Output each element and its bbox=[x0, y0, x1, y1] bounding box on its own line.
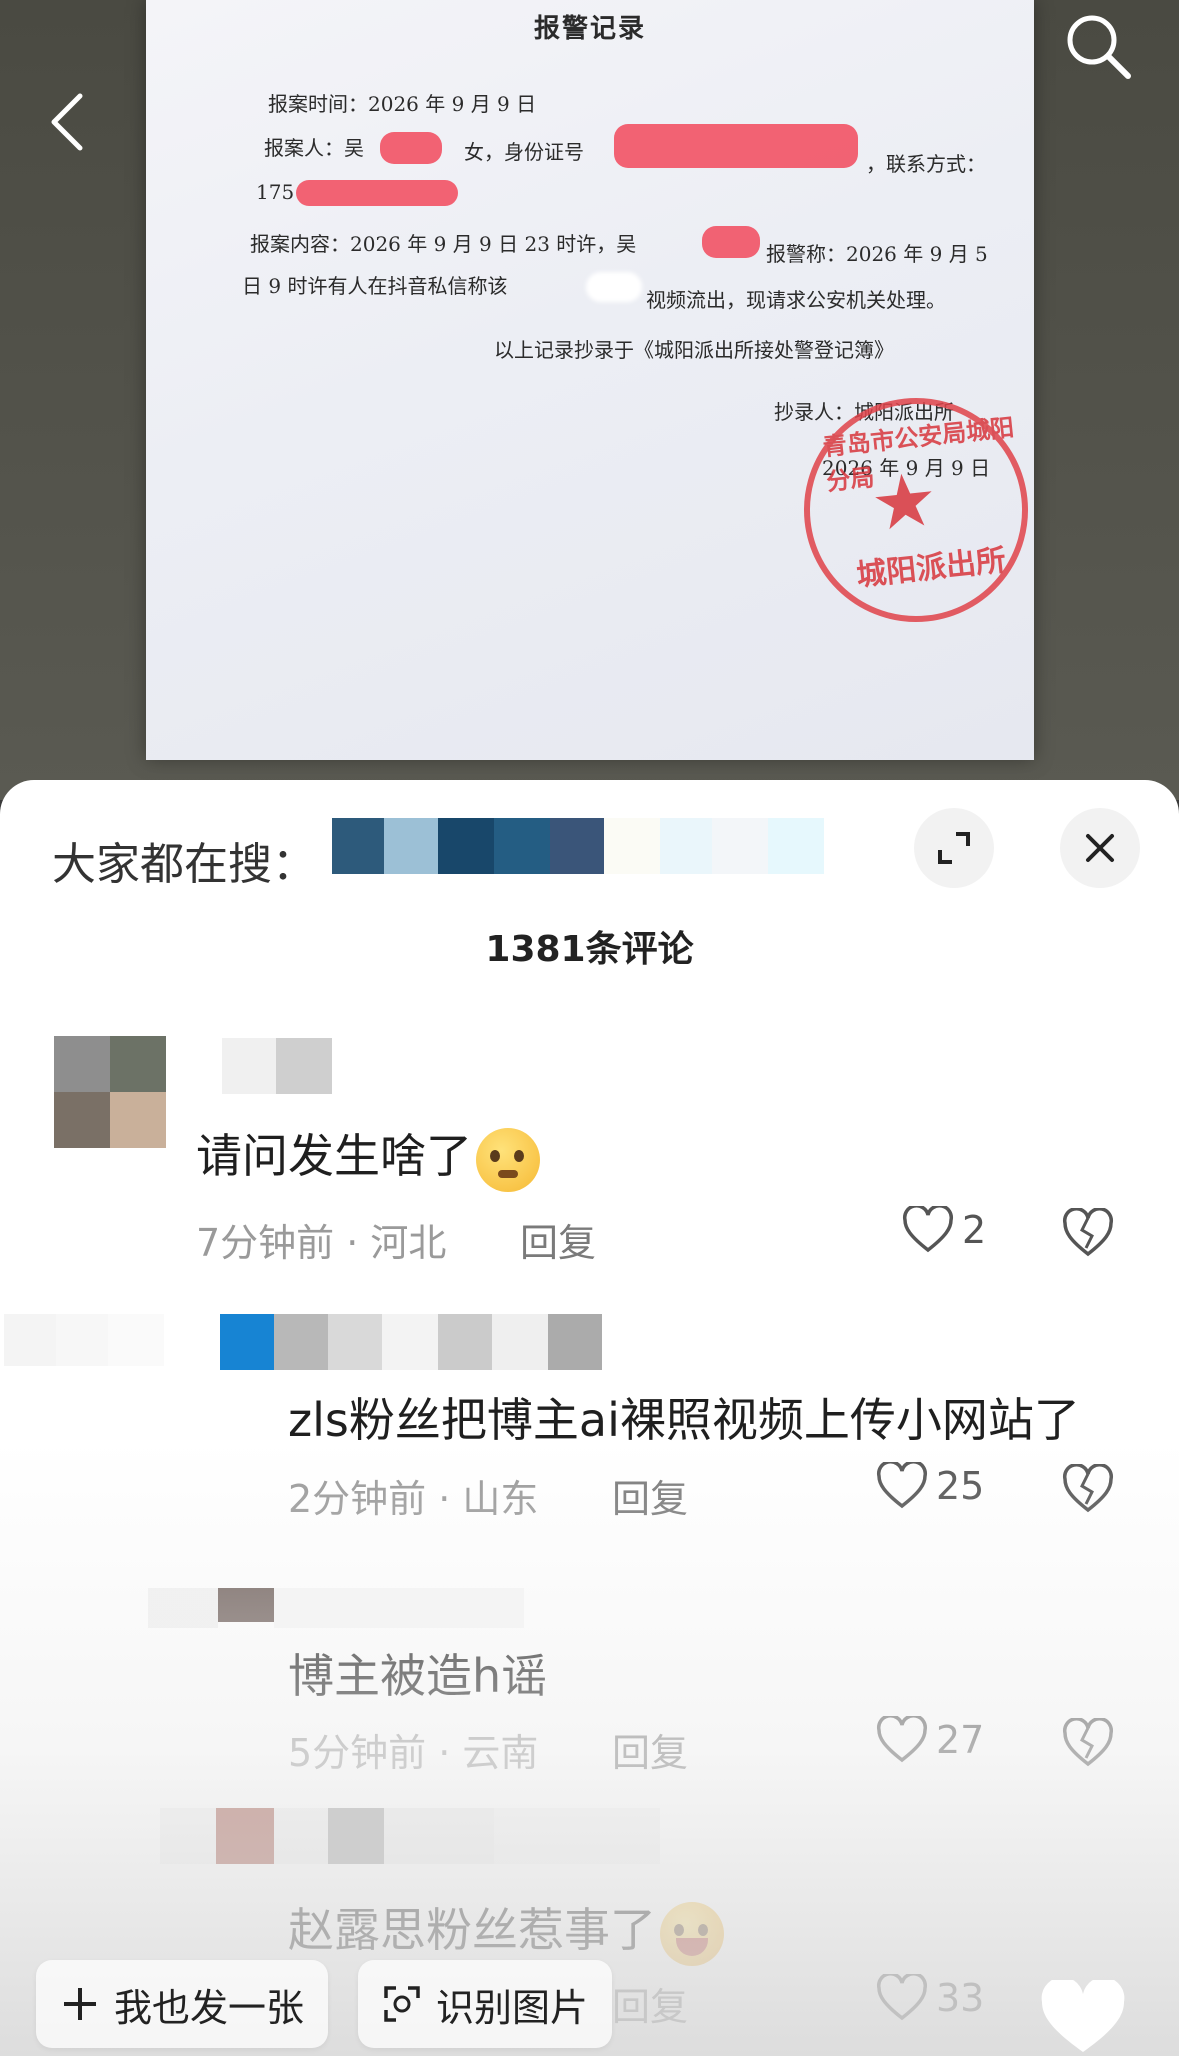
content-line-b: 报警称：2026 年 9 月 5 bbox=[766, 242, 988, 266]
heart-icon bbox=[876, 1974, 928, 2021]
reporter-line-c: ，联系方式： bbox=[866, 152, 986, 176]
close-button[interactable] bbox=[1060, 808, 1140, 888]
username[interactable] bbox=[222, 1038, 332, 1094]
like-button[interactable]: 2 bbox=[902, 1206, 986, 1254]
comment-text: 赵露思粉丝惹事了 bbox=[288, 1894, 724, 1966]
reply-button[interactable]: 回复 bbox=[612, 1976, 688, 2031]
bottom-action-bar: 我也发一张 识别图片 bbox=[36, 1960, 613, 2048]
like-count: 25 bbox=[936, 1464, 985, 1508]
redaction-mark bbox=[296, 180, 458, 206]
comment-text-body: 赵露思粉丝惹事了 bbox=[288, 1903, 656, 1957]
redaction-mark bbox=[702, 226, 760, 258]
post-image-button[interactable]: 我也发一张 bbox=[36, 1960, 329, 2048]
comment-meta: 7分钟前 · 河北 bbox=[196, 1221, 447, 1265]
content-line-c: 日 9 时许有人在抖音私信称该 bbox=[242, 274, 508, 298]
comment-text: 请问发生啥了 bbox=[196, 1120, 540, 1192]
username[interactable] bbox=[220, 1314, 602, 1370]
phone-line: 175 bbox=[256, 180, 295, 204]
like-button[interactable]: 27 bbox=[876, 1716, 984, 1764]
identify-image-button[interactable]: 识别图片 bbox=[358, 1960, 613, 2048]
document-title: 报警记录 bbox=[533, 14, 646, 44]
scan-icon bbox=[384, 1986, 420, 2022]
comment-count: 1381条评论 bbox=[485, 929, 694, 970]
broken-heart-icon[interactable] bbox=[1062, 1208, 1114, 1258]
heart-icon bbox=[876, 1716, 928, 1763]
reporter-line-a: 报案人：吴 bbox=[264, 136, 364, 160]
avatar[interactable] bbox=[4, 1314, 164, 1366]
reporter-line-b: 女，身份证号 bbox=[464, 140, 584, 164]
pleading-emoji-icon bbox=[476, 1127, 540, 1192]
back-icon[interactable] bbox=[48, 92, 88, 152]
avatar[interactable] bbox=[54, 1036, 166, 1148]
seal-star-icon: ★ bbox=[866, 455, 942, 549]
report-time-line: 报案时间：2026 年 9 月 9 日 bbox=[268, 92, 537, 116]
post-image[interactable]: 报警记录 报案时间：2026 年 9 月 9 日 报案人：吴 女，身份证号 ，联… bbox=[0, 0, 1179, 800]
post-image-label: 我也发一张 bbox=[114, 1985, 305, 2030]
heart-icon bbox=[876, 1462, 928, 1509]
police-report-document: 报警记录 报案时间：2026 年 9 月 9 日 报案人：吴 女，身份证号 ，联… bbox=[146, 0, 1040, 760]
close-icon bbox=[1086, 834, 1114, 862]
username[interactable] bbox=[148, 1588, 524, 1628]
reply-button[interactable]: 回复 bbox=[520, 1212, 596, 1267]
trending-keyword[interactable] bbox=[332, 818, 824, 874]
username[interactable] bbox=[160, 1808, 660, 1864]
expand-icon bbox=[938, 832, 970, 864]
identify-image-label: 识别图片 bbox=[436, 1985, 589, 2030]
blur-mark bbox=[586, 272, 642, 302]
comment-text-body: 请问发生啥了 bbox=[196, 1129, 472, 1183]
comment-sheet: 大家都在搜： 1381条评论 请问发生啥了 7分钟前 · 河北 回复 2 zls… bbox=[0, 780, 1179, 2056]
like-count: 27 bbox=[936, 1718, 985, 1762]
reply-button[interactable]: 回复 bbox=[612, 1722, 688, 1777]
redaction-mark bbox=[614, 124, 858, 168]
comment-meta: 5分钟前 · 云南 bbox=[288, 1731, 539, 1775]
reply-button[interactable]: 回复 bbox=[612, 1468, 688, 1523]
content-line-d: 视频流出，现请求公安机关处理。 bbox=[646, 288, 946, 312]
like-button[interactable]: 25 bbox=[876, 1462, 984, 1510]
comment-text: zls粉丝把博主ai裸照视频上传小网站了 bbox=[288, 1393, 1080, 1447]
laughing-crying-emoji-icon bbox=[660, 1901, 724, 1966]
search-icon[interactable] bbox=[1062, 10, 1134, 82]
comment-meta: 2分钟前 · 山东 bbox=[288, 1477, 539, 1521]
comment-text: 博主被造h谣 bbox=[288, 1649, 548, 1703]
like-button[interactable]: 33 bbox=[876, 1974, 984, 2022]
plus-icon bbox=[64, 1988, 96, 2020]
like-count: 2 bbox=[962, 1208, 987, 1252]
trending-label: 大家都在搜： bbox=[52, 839, 316, 890]
like-count: 33 bbox=[936, 1976, 985, 2020]
source-line: 以上记录抄录于《城阳派出所接处警登记簿》 bbox=[494, 338, 894, 362]
heart-icon[interactable] bbox=[1038, 1980, 1128, 2056]
broken-heart-icon[interactable] bbox=[1062, 1464, 1114, 1514]
content-line-a: 报案内容：2026 年 9 月 9 日 23 时许，吴 bbox=[250, 232, 637, 256]
broken-heart-icon[interactable] bbox=[1062, 1718, 1114, 1768]
redaction-mark bbox=[380, 132, 442, 164]
expand-button[interactable] bbox=[914, 808, 994, 888]
heart-icon bbox=[902, 1206, 954, 1253]
